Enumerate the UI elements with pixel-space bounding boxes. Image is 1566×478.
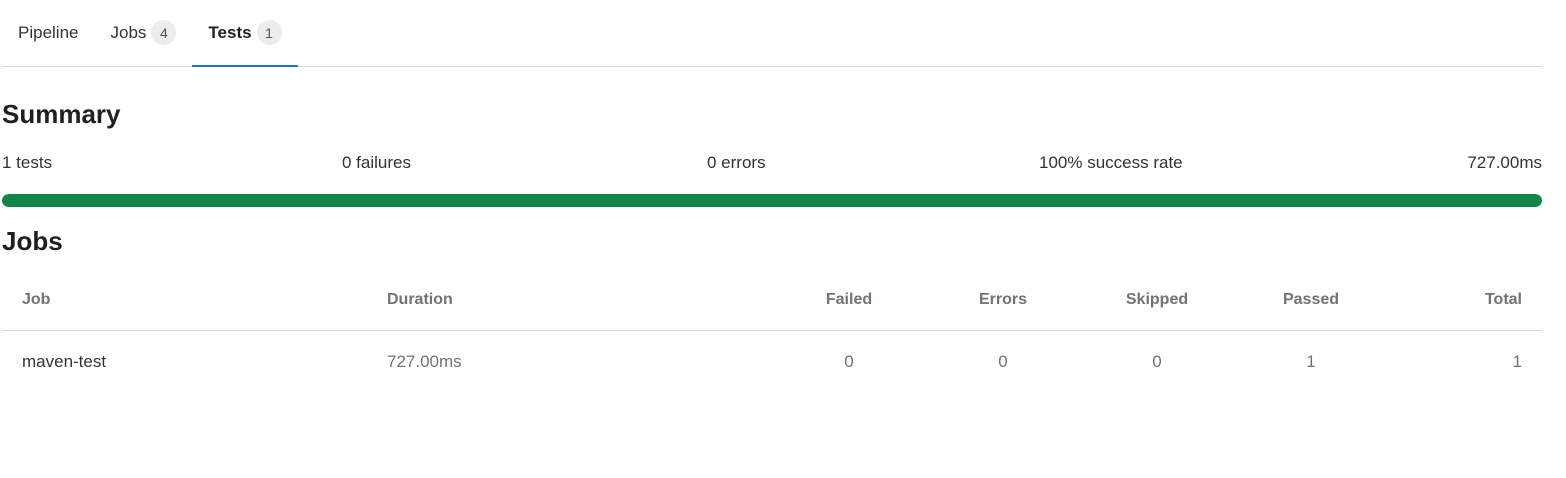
page: Pipeline Jobs 4 Tests 1 Summary 1 tests … bbox=[0, 0, 1566, 478]
summary-title: Summary bbox=[2, 99, 121, 129]
table-row[interactable]: maven-test 727.00ms 0 0 0 1 1 bbox=[2, 331, 1542, 392]
pipeline-tabs: Pipeline Jobs 4 Tests 1 bbox=[2, 0, 1542, 67]
jobs-table-header: Job Duration Failed Errors Skipped Passe… bbox=[2, 270, 1542, 331]
success-progress-bar bbox=[2, 194, 1542, 207]
summary-stats: 1 tests 0 failures 0 errors 100% success… bbox=[2, 153, 1542, 175]
tab-tests[interactable]: Tests 1 bbox=[192, 0, 298, 67]
summary-tests-count: 1 tests bbox=[2, 153, 53, 172]
job-passed-count: 1 bbox=[1306, 351, 1316, 371]
job-total-count: 1 bbox=[1512, 351, 1522, 371]
tab-jobs-label: Jobs bbox=[110, 22, 147, 42]
tab-pipeline-label: Pipeline bbox=[18, 22, 79, 42]
job-failed-count: 0 bbox=[844, 351, 854, 371]
job-duration: 727.00ms bbox=[387, 351, 462, 371]
column-header-total: Total bbox=[1484, 291, 1522, 308]
tab-tests-count-badge: 1 bbox=[256, 20, 282, 45]
column-header-skipped: Skipped bbox=[1125, 291, 1189, 308]
column-header-failed: Failed bbox=[825, 291, 873, 308]
summary-failures-count: 0 failures bbox=[342, 153, 411, 172]
tab-jobs[interactable]: Jobs 4 bbox=[95, 0, 193, 66]
job-skipped-count: 0 bbox=[1152, 351, 1162, 371]
summary-success-rate: 100% success rate bbox=[1039, 153, 1183, 172]
jobs-table: Job Duration Failed Errors Skipped Passe… bbox=[2, 270, 1542, 392]
job-name[interactable]: maven-test bbox=[22, 331, 106, 392]
tab-pipeline[interactable]: Pipeline bbox=[2, 0, 95, 66]
summary-errors-count: 0 errors bbox=[707, 153, 766, 172]
column-header-duration: Duration bbox=[387, 291, 453, 308]
tab-tests-label: Tests bbox=[208, 22, 252, 42]
success-progress-fill bbox=[2, 194, 1542, 207]
column-header-passed: Passed bbox=[1282, 291, 1340, 308]
jobs-title: Jobs bbox=[2, 226, 63, 256]
tab-jobs-count-badge: 4 bbox=[151, 20, 177, 45]
summary-duration: 727.00ms bbox=[1467, 153, 1542, 172]
column-header-errors: Errors bbox=[978, 291, 1028, 308]
column-header-job: Job bbox=[22, 291, 51, 308]
job-errors-count: 0 bbox=[998, 351, 1008, 371]
